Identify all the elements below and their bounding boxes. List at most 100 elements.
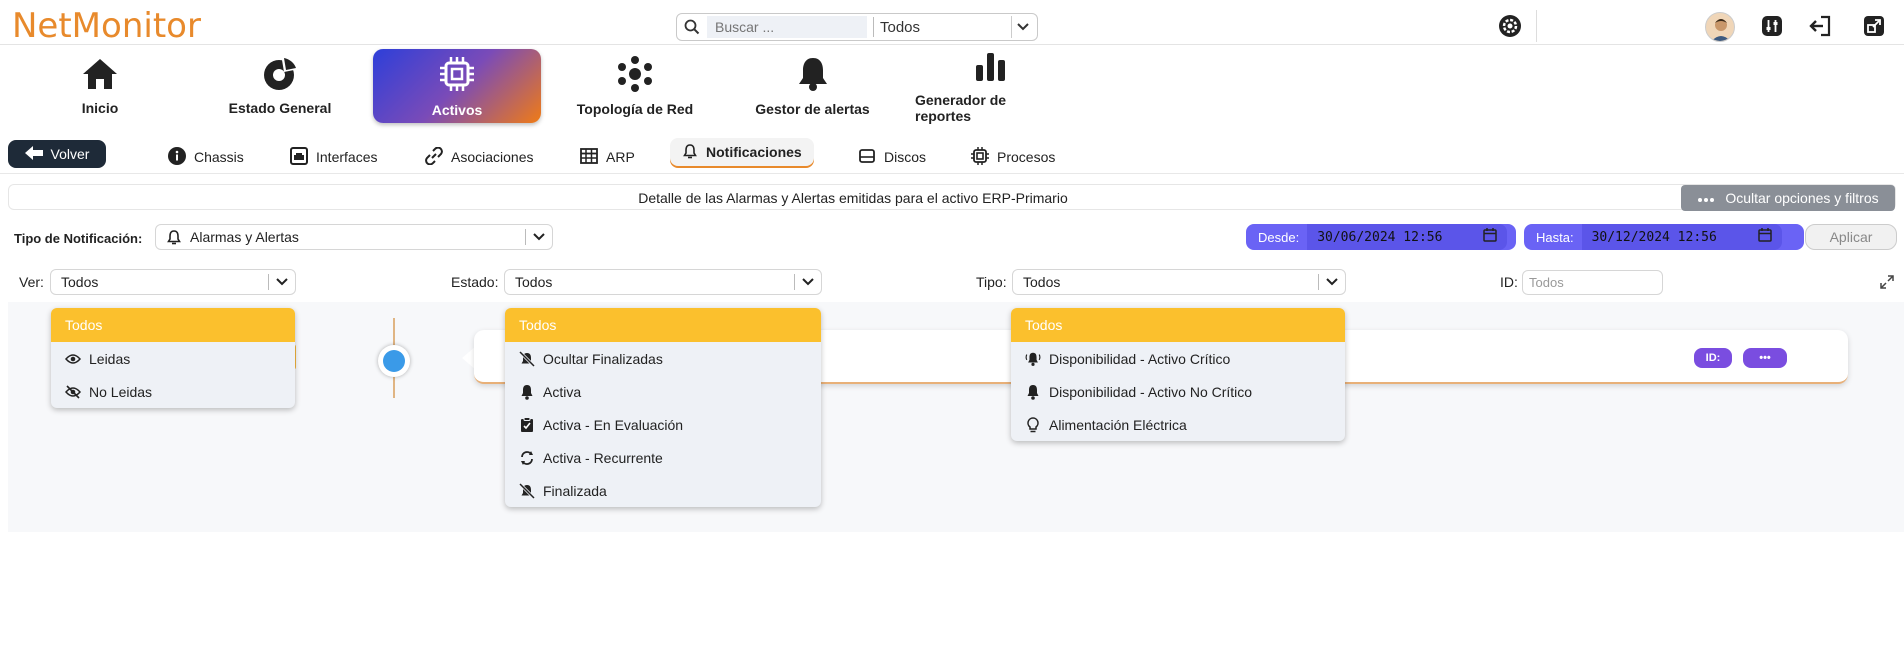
timeline-dot-inner — [383, 350, 405, 372]
option-label: No Leidas — [89, 383, 153, 400]
chevron-down-icon[interactable] — [526, 233, 552, 241]
settings-sliders-icon[interactable] — [1758, 12, 1786, 40]
tab-asociaciones[interactable]: Asociaciones — [425, 144, 534, 170]
nav-topologia[interactable]: Topología de Red — [565, 49, 705, 123]
date-to-value: 30/12/2024 12:56 — [1591, 229, 1717, 245]
hide-options-label: Ocultar opciones y filtros — [1725, 190, 1879, 206]
timeline-dot[interactable] — [378, 345, 410, 377]
nav-label: Generador de reportes — [915, 91, 1007, 124]
estado-option-ocultar-finalizadas[interactable]: Ocultar Finalizadas — [505, 342, 821, 375]
ellipsis-icon — [1697, 190, 1715, 206]
ver-dropdown: Todos Leidas No Leidas — [51, 308, 295, 408]
tipo-option-critico[interactable]: Disponibilidad - Activo Crítico — [1011, 342, 1345, 375]
calendar-icon[interactable] — [1757, 228, 1772, 246]
page: NetMonitor Todos — [0, 0, 1904, 648]
date-from-field[interactable]: Desde: 30/06/2024 12:56 — [1246, 224, 1516, 250]
bell-icon — [796, 56, 830, 95]
avatar[interactable] — [1705, 12, 1735, 42]
ver-option-leidas[interactable]: Leidas — [51, 342, 295, 375]
date-from-label: Desde: — [1258, 229, 1300, 245]
back-label: Volver — [50, 146, 90, 162]
home-icon — [81, 57, 119, 94]
gear-icon[interactable] — [1496, 12, 1524, 40]
nav-label: Topología de Red — [576, 100, 694, 117]
option-label: Leidas — [89, 350, 131, 367]
chevron-down-icon[interactable] — [269, 278, 295, 286]
tab-label: Procesos — [997, 149, 1056, 165]
logout-icon[interactable] — [1807, 12, 1835, 40]
more-options-pill[interactable]: ••• — [1743, 348, 1787, 368]
eye-slash-icon — [65, 384, 81, 399]
tipo-option-alimentacion[interactable]: Alimentación Eléctrica — [1011, 408, 1345, 441]
estado-select[interactable]: Todos — [504, 269, 822, 295]
estado-option-en-evaluacion[interactable]: Activa - En Evaluación — [505, 408, 821, 441]
tab-label: Discos — [884, 149, 927, 165]
notification-type-select[interactable]: Alarmas y Alertas — [155, 224, 553, 250]
option-label: Todos — [65, 317, 103, 333]
nav-activos[interactable]: Activos — [373, 49, 541, 123]
search-scope-select[interactable]: Todos — [880, 19, 1011, 36]
date-to-field[interactable]: Hasta: 30/12/2024 12:56 — [1524, 224, 1804, 250]
bell-icon — [1025, 384, 1041, 400]
bell-ringing-icon — [1025, 351, 1041, 367]
bar-chart-icon — [973, 49, 1007, 86]
nav-inicio[interactable]: Inicio — [40, 49, 160, 123]
expand-icon[interactable] — [1879, 274, 1895, 290]
arrow-left-icon — [24, 145, 43, 163]
hard-drive-icon — [858, 147, 876, 168]
tab-interfaces[interactable]: Interfaces — [290, 144, 377, 170]
option-label: Activa — [543, 383, 582, 400]
lightbulb-icon — [1025, 416, 1041, 433]
bell-slash-icon — [519, 482, 535, 499]
ver-label: Ver: — [19, 274, 44, 290]
bell-icon — [519, 384, 535, 400]
tipo-option-no-critico[interactable]: Disponibilidad - Activo No Crítico — [1011, 375, 1345, 408]
date-from-value-wrap[interactable]: 30/06/2024 12:56 — [1307, 224, 1508, 250]
search-separator — [873, 17, 874, 37]
notification-type-value: Alarmas y Alertas — [190, 229, 299, 245]
hide-options-button[interactable]: Ocultar opciones y filtros — [1681, 185, 1895, 211]
search-input[interactable] — [707, 16, 867, 38]
option-label: Disponibilidad - Activo Crítico — [1049, 350, 1231, 367]
estado-option-todos[interactable]: Todos — [505, 308, 821, 342]
link-icon — [425, 146, 443, 168]
chevron-down-icon[interactable] — [1319, 278, 1345, 286]
estado-option-finalizada[interactable]: Finalizada — [505, 474, 821, 507]
apply-button[interactable]: Aplicar — [1805, 224, 1897, 250]
tab-chassis[interactable]: Chassis — [168, 144, 244, 170]
estado-option-activa[interactable]: Activa — [505, 375, 821, 408]
id-pill[interactable]: ID: — [1694, 348, 1732, 368]
ver-option-no-leidas[interactable]: No Leidas — [51, 375, 295, 408]
nav-label: Activos — [431, 101, 483, 118]
option-label: Activa - Recurrente — [543, 449, 663, 466]
ver-select[interactable]: Todos — [50, 269, 296, 295]
detail-title: Detalle de las Alarmas y Alertas emitida… — [638, 190, 1068, 206]
open-window-icon[interactable] — [1860, 12, 1888, 40]
tipo-dropdown: Todos Disponibilidad - Activo Crítico Di… — [1011, 308, 1345, 441]
ver-option-todos[interactable]: Todos — [51, 308, 295, 342]
chevron-down-icon[interactable] — [795, 278, 821, 286]
estado-option-recurrente[interactable]: Activa - Recurrente — [505, 441, 821, 474]
nav-estado-general[interactable]: Estado General — [200, 49, 360, 123]
search-icon — [677, 19, 707, 35]
app-logo[interactable]: NetMonitor — [12, 8, 201, 44]
tipo-select[interactable]: Todos — [1012, 269, 1346, 295]
notification-type-label: Tipo de Notificación: — [14, 231, 143, 246]
tab-discos[interactable]: Discos — [858, 144, 926, 170]
nav-gestor-alertas[interactable]: Gestor de alertas — [745, 49, 880, 123]
tab-procesos[interactable]: Procesos — [971, 144, 1055, 170]
tab-label: Asociaciones — [451, 149, 534, 165]
calendar-icon[interactable] — [1483, 228, 1497, 246]
back-button[interactable]: Volver — [8, 140, 106, 168]
id-input[interactable]: Todos — [1522, 270, 1663, 295]
nav-generador-reportes[interactable]: Generador de reportes — [915, 49, 1065, 124]
tipo-option-todos[interactable]: Todos — [1011, 308, 1345, 342]
chevron-down-icon[interactable] — [1011, 16, 1033, 38]
tab-arp[interactable]: ARP — [580, 144, 635, 170]
bell-slash-icon — [519, 350, 535, 367]
clipboard-check-icon — [519, 416, 535, 433]
bell-outline-icon — [682, 143, 698, 162]
date-to-value-wrap[interactable]: 30/12/2024 12:56 — [1581, 224, 1782, 250]
chip-icon — [438, 55, 476, 96]
tab-notificaciones[interactable]: Notificaciones — [670, 138, 814, 166]
